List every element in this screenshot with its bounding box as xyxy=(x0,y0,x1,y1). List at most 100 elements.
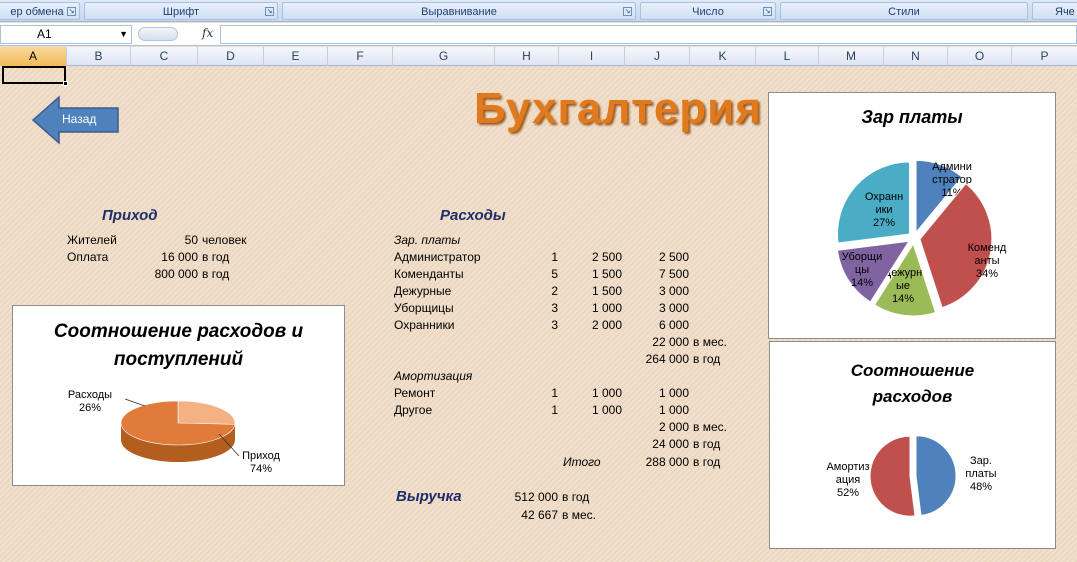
ribbon-group-label: Выравнивание xyxy=(421,6,497,18)
expense-total: 3 000 xyxy=(658,284,689,298)
insert-function-icon[interactable]: fx xyxy=(202,26,213,40)
pie-slice xyxy=(915,435,957,517)
name-box-value: A1 xyxy=(37,27,52,41)
column-header-h[interactable]: H xyxy=(495,47,559,66)
ribbon-group-label: ер обмена xyxy=(10,6,64,18)
income-payment-value: 16 000 xyxy=(161,250,198,264)
expense-ratio-pie: Зар. платы 48% Амортиз ация 52% xyxy=(826,435,997,517)
column-header-n[interactable]: N xyxy=(884,47,948,66)
column-header-i[interactable]: I xyxy=(559,47,625,66)
total-unit: в год xyxy=(693,455,721,469)
column-header-c[interactable]: C xyxy=(131,47,198,66)
income-residents-unit: человек xyxy=(202,233,247,247)
expense-qty: 1 xyxy=(551,403,558,417)
expense-total: 2 500 xyxy=(658,250,689,264)
formula-bar: A1 ▼ fx xyxy=(0,23,1077,46)
column-header-a[interactable]: A xyxy=(0,47,67,66)
ribbon-group-styles[interactable]: Стили xyxy=(780,2,1028,20)
expense-ratio-chart[interactable]: Соотношение расходов Зар. платы 48% Амортиз… xyxy=(769,341,1056,549)
dialog-launcher-icon[interactable]: ↘ xyxy=(265,7,274,16)
column-headers: A B C D E F G H I J K L M N O P xyxy=(0,47,1077,66)
expense-price: 1 000 xyxy=(591,386,622,400)
ribbon-group-clipboard[interactable]: ер обмена ↘ xyxy=(0,2,80,20)
expense-name: Другое xyxy=(394,403,433,417)
expense-price: 2 500 xyxy=(591,250,622,264)
column-header-o[interactable]: O xyxy=(948,47,1012,66)
expense-qty: 2 xyxy=(551,284,558,298)
expense-price: 1 000 xyxy=(591,301,622,315)
amort-month-unit: в мес. xyxy=(693,420,727,434)
income-ratio-chart[interactable]: Соотношение расходов и поступлений Расхо… xyxy=(12,305,345,486)
ribbon-group-label: Число xyxy=(692,6,724,18)
ribbon-group-cells[interactable]: Яче xyxy=(1032,2,1077,20)
ribbon-group-label: Стили xyxy=(888,6,920,18)
ribbon-group-label: Яче xyxy=(1055,6,1075,18)
ribbon: ер обмена ↘ Шрифт ↘ Выравнивание ↘ Число… xyxy=(0,0,1077,22)
expense-qty: 5 xyxy=(551,267,558,281)
name-box[interactable]: A1 ▼ xyxy=(0,25,132,44)
income-total-value: 800 000 xyxy=(154,267,198,281)
dialog-launcher-icon[interactable]: ↘ xyxy=(763,7,772,16)
expense-qty: 3 xyxy=(551,301,558,315)
expense-total: 3 000 xyxy=(658,301,689,315)
income-total-unit: в год xyxy=(202,267,230,281)
expenses-header: Расходы xyxy=(440,207,506,224)
ribbon-group-font[interactable]: Шрифт ↘ xyxy=(84,2,278,20)
chevron-down-icon[interactable]: ▼ xyxy=(119,26,128,43)
pie-slice xyxy=(869,435,916,517)
pie-slice xyxy=(177,400,236,425)
expense-price: 1 500 xyxy=(591,267,622,281)
leader-line xyxy=(124,398,146,407)
expense-name: Уборщицы xyxy=(394,301,454,315)
column-header-p[interactable]: P xyxy=(1012,47,1077,66)
data-label: Расходы 26% xyxy=(68,389,112,414)
back-button[interactable]: Назад xyxy=(31,95,122,145)
formula-resize-handle[interactable] xyxy=(138,27,178,41)
formula-input[interactable] xyxy=(220,25,1077,44)
amortization-label: Амортизация xyxy=(394,369,473,383)
column-header-g[interactable]: G xyxy=(393,47,495,66)
revenue-year-value: 512 000 xyxy=(514,490,558,504)
salaries-month-unit: в мес. xyxy=(693,335,727,349)
formula-controls: fx xyxy=(136,25,218,44)
fill-handle[interactable] xyxy=(63,81,68,86)
amort-year-value: 24 000 xyxy=(652,437,689,451)
revenue-header: Выручка xyxy=(396,488,462,505)
income-residents-value: 50 xyxy=(184,233,198,247)
amort-month-value: 2 000 xyxy=(658,420,689,434)
income-header: Приход xyxy=(102,207,158,224)
column-header-d[interactable]: D xyxy=(198,47,264,66)
data-label: Амортиз ация 52% xyxy=(826,461,869,499)
income-payment-unit: в год xyxy=(202,250,230,264)
active-cell-selection[interactable] xyxy=(2,66,68,86)
salary-chart[interactable]: Зар платы Админи стратор 11% Коменд анты 34% Д… xyxy=(768,92,1056,339)
column-header-k[interactable]: K xyxy=(690,47,756,66)
salaries-year-unit: в год xyxy=(693,352,721,366)
expense-total: 7 500 xyxy=(658,267,689,281)
column-header-b[interactable]: B xyxy=(67,47,131,66)
expense-qty: 3 xyxy=(551,318,558,332)
expense-qty: 1 xyxy=(551,386,558,400)
ribbon-group-number[interactable]: Число ↘ xyxy=(640,2,776,20)
column-header-l[interactable]: L xyxy=(756,47,819,66)
ribbon-group-alignment[interactable]: Выравнивание ↘ xyxy=(282,2,636,20)
income-residents-label: Жителей xyxy=(67,233,117,247)
back-button-label: Назад xyxy=(62,112,97,126)
expense-qty: 1 xyxy=(551,250,558,264)
expense-name: Дежурные xyxy=(394,284,452,298)
column-header-e[interactable]: E xyxy=(264,47,328,66)
expense-price: 1 000 xyxy=(591,403,622,417)
dialog-launcher-icon[interactable]: ↘ xyxy=(67,7,76,16)
dialog-launcher-icon[interactable]: ↘ xyxy=(623,7,632,16)
ribbon-group-label: Шрифт xyxy=(162,6,200,18)
data-label: Зар. платы 48% xyxy=(965,455,996,493)
revenue-year-unit: в год xyxy=(562,490,590,504)
expense-total: 1 000 xyxy=(658,386,689,400)
expense-name: Коменданты xyxy=(394,267,464,281)
column-header-j[interactable]: J xyxy=(625,47,690,66)
expense-name: Охранники xyxy=(394,318,455,332)
salaries-label: Зар. платы xyxy=(394,233,461,247)
salary-pie: Админи стратор 11%Коменд анты 34%Дежурн ые 14%… xyxy=(836,159,1007,317)
column-header-f[interactable]: F xyxy=(328,47,393,66)
column-header-m[interactable]: M xyxy=(819,47,884,66)
